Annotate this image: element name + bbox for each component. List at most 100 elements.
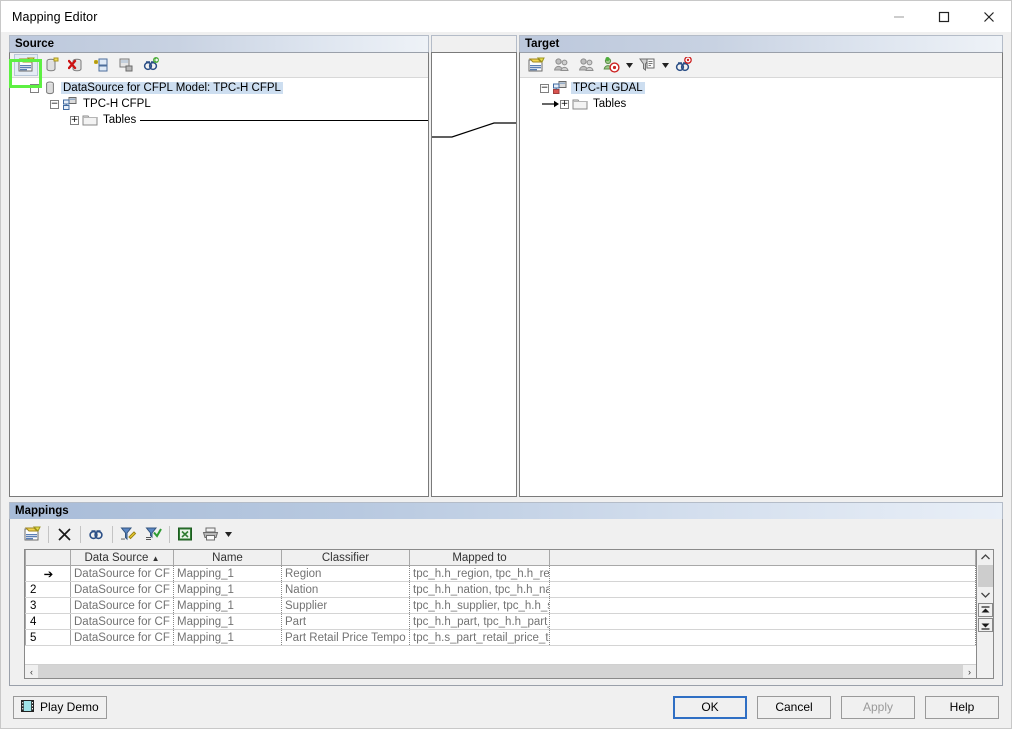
cell-data-source[interactable]: DataSource for CF xyxy=(70,597,174,614)
maximize-button[interactable] xyxy=(921,1,966,32)
cell-name[interactable]: Mapping_1 xyxy=(173,565,282,582)
model-icon xyxy=(552,80,568,96)
grid-horizontal-scrollbar[interactable]: ‹ › xyxy=(25,664,976,678)
hscroll-left-button[interactable]: ‹ xyxy=(25,665,38,678)
mappings-grid[interactable]: Data Source ▲ Name Classifier Mapped to xyxy=(24,549,977,679)
footer-buttons: OK Cancel Apply Help xyxy=(673,695,999,719)
target-toolbar-ungroup-button[interactable] xyxy=(574,54,598,76)
mappings-toolbar-export-excel-button[interactable] xyxy=(173,523,197,545)
target-toolbar-filter-button[interactable] xyxy=(635,54,659,76)
source-toolbar-delete-datasource-button[interactable] xyxy=(64,54,88,76)
cell-name[interactable]: Mapping_1 xyxy=(173,597,282,614)
target-tree-node-tables[interactable]: + Tables xyxy=(520,96,1002,112)
cell-classifier[interactable]: Region xyxy=(281,565,410,582)
cell-data-source[interactable]: DataSource for CF xyxy=(70,581,174,598)
source-toolbar-add-model-button[interactable] xyxy=(89,54,113,76)
expander-plus-icon[interactable]: + xyxy=(70,115,79,125)
column-header-rownum[interactable] xyxy=(25,550,71,566)
table-row[interactable]: 3 DataSource for CF Mapping_1 Supplier t… xyxy=(25,597,976,614)
target-tree-node-model[interactable]: − TPC-H GDAL xyxy=(520,80,1002,96)
column-header-name[interactable]: Name xyxy=(173,550,282,566)
cell-classifier[interactable]: Part Retail Price Tempo xyxy=(281,629,410,646)
cell-classifier[interactable]: Part xyxy=(281,613,410,630)
cell-data-source[interactable]: DataSource for CF xyxy=(70,565,174,582)
cell-mapped-to[interactable]: tpc_h.h_region, tpc_h.h_reg xyxy=(409,565,550,582)
window-title: Mapping Editor xyxy=(12,9,98,24)
close-button[interactable] xyxy=(966,1,1011,32)
cell-mapped-to[interactable]: tpc_h.h_nation, tpc_h.h_nat xyxy=(409,581,550,598)
source-tree-node-tables[interactable]: + Tables xyxy=(10,112,428,128)
cell-mapped-to[interactable]: tpc_h.s_part_retail_price_te xyxy=(409,629,550,646)
mappings-toolbar-edit-filter-button[interactable] xyxy=(116,523,140,545)
row-indicator[interactable]: 2 xyxy=(25,581,71,598)
cell-filler xyxy=(549,565,976,582)
table-row[interactable]: 5 DataSource for CF Mapping_1 Part Retai… xyxy=(25,629,976,646)
minimize-button[interactable] xyxy=(876,1,921,32)
vscroll-goto-last-button[interactable] xyxy=(977,618,993,632)
expander-minus-icon[interactable]: − xyxy=(540,83,549,93)
window-controls xyxy=(876,1,1011,32)
row-indicator[interactable]: 4 xyxy=(25,613,71,630)
expander-minus-icon[interactable]: − xyxy=(50,99,59,109)
play-demo-label: Play Demo xyxy=(40,700,99,714)
cell-name[interactable]: Mapping_1 xyxy=(173,629,282,646)
mappings-toolbar-find-button[interactable] xyxy=(84,523,108,545)
cell-data-source[interactable]: DataSource for CF xyxy=(70,629,174,646)
column-header-mapped-to[interactable]: Mapped to xyxy=(409,550,550,566)
row-indicator[interactable]: 5 xyxy=(25,629,71,646)
column-header-classifier[interactable]: Classifier xyxy=(281,550,410,566)
row-indicator[interactable]: 3 xyxy=(25,597,71,614)
hscroll-track[interactable] xyxy=(38,665,963,678)
source-tree-node-model[interactable]: − TPC-H CFPL xyxy=(10,96,428,112)
source-toolbar-import-model-button[interactable] xyxy=(114,54,138,76)
mappings-grid-area: Data Source ▲ Name Classifier Mapped to xyxy=(10,549,1002,685)
mappings-toolbar-properties-button[interactable] xyxy=(20,523,44,545)
source-toolbar-properties-button[interactable] xyxy=(14,54,38,76)
cell-mapped-to[interactable]: tpc_h.h_supplier, tpc_h.h_s xyxy=(409,597,550,614)
toolbar-separator xyxy=(80,525,81,543)
source-toolbar-find-button[interactable] xyxy=(139,54,163,76)
table-row[interactable]: 4 DataSource for CF Mapping_1 Part tpc_h… xyxy=(25,613,976,630)
source-tree-node-datasource[interactable]: − DataSource for CFPL Model: TPC-H CFPL xyxy=(10,80,428,96)
target-toolbar-automap-button[interactable] xyxy=(599,54,623,76)
print-chevron-down-icon[interactable] xyxy=(223,523,234,545)
vscroll-thumb[interactable] xyxy=(977,565,993,587)
target-pane-body: − TPC-H GDAL + Tables xyxy=(519,52,1003,497)
mappings-toolbar-delete-button[interactable] xyxy=(52,523,76,545)
filter-chevron-down-icon[interactable] xyxy=(660,54,671,76)
ok-button[interactable]: OK xyxy=(673,695,747,719)
target-toolbar-properties-button[interactable] xyxy=(524,54,548,76)
help-button[interactable]: Help xyxy=(925,695,999,719)
vscroll-down-button[interactable] xyxy=(978,587,993,602)
cancel-button[interactable]: Cancel xyxy=(757,695,831,719)
mappings-toolbar-print-button[interactable] xyxy=(198,523,222,545)
cell-data-source[interactable]: DataSource for CF xyxy=(70,613,174,630)
mapping-editor-window: Mapping Editor Source − DataSource for C… xyxy=(0,0,1012,729)
film-icon xyxy=(21,699,34,715)
target-toolbar-find-target-button[interactable] xyxy=(671,54,695,76)
toolbar-separator xyxy=(169,525,170,543)
grid-vertical-scrollbar[interactable] xyxy=(977,549,994,679)
hscroll-right-button[interactable]: › xyxy=(963,665,976,678)
automap-chevron-down-icon[interactable] xyxy=(624,54,635,76)
mapping-connector-line xyxy=(432,122,516,138)
table-header-row: Data Source ▲ Name Classifier Mapped to xyxy=(25,550,976,566)
vscroll-up-button[interactable] xyxy=(978,550,993,565)
cell-classifier[interactable]: Supplier xyxy=(281,597,410,614)
source-toolbar-datasource-button[interactable] xyxy=(39,54,63,76)
vscroll-goto-first-button[interactable] xyxy=(977,603,993,617)
source-mapping-line xyxy=(140,119,428,121)
column-header-data-source[interactable]: Data Source ▲ xyxy=(70,550,174,566)
cell-classifier[interactable]: Nation xyxy=(281,581,410,598)
cell-name[interactable]: Mapping_1 xyxy=(173,581,282,598)
cell-mapped-to[interactable]: tpc_h.h_part, tpc_h.h_part_ xyxy=(409,613,550,630)
table-row[interactable]: ➔ DataSource for CF Mapping_1 Region tpc… xyxy=(25,565,976,582)
table-row[interactable]: 2 DataSource for CF Mapping_1 Nation tpc… xyxy=(25,581,976,598)
play-demo-button[interactable]: Play Demo xyxy=(13,695,107,719)
target-toolbar-group-button[interactable] xyxy=(549,54,573,76)
mappings-toolbar-apply-filter-button[interactable] xyxy=(141,523,165,545)
expander-plus-icon[interactable]: + xyxy=(560,99,569,109)
expander-minus-icon[interactable]: − xyxy=(30,83,39,93)
row-indicator[interactable]: ➔ xyxy=(25,565,71,582)
cell-name[interactable]: Mapping_1 xyxy=(173,613,282,630)
